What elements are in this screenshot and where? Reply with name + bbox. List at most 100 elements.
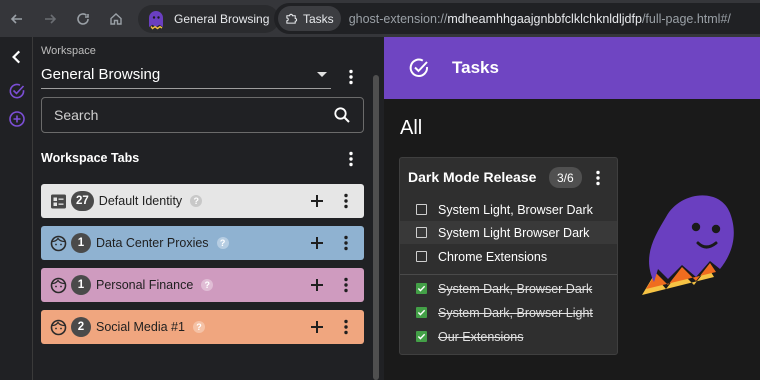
extension-workspace-name: General Browsing [174, 11, 270, 26]
workspace-tab-row[interactable]: 1 Personal Finance ? [41, 268, 364, 302]
task-item[interactable]: System Dark, Browser Light [400, 301, 617, 324]
reload-icon [76, 12, 89, 25]
workspace-menu-button[interactable] [341, 66, 361, 88]
help-icon[interactable]: ? [190, 195, 203, 207]
forward-button[interactable] [33, 0, 66, 37]
add-tab-button[interactable] [306, 232, 328, 254]
task-item[interactable]: Chrome Extensions [400, 245, 617, 268]
tab-menu-button[interactable] [338, 274, 354, 296]
task-checkbox[interactable] [416, 283, 427, 294]
face-icon [49, 276, 67, 294]
page-title: Tasks [452, 58, 499, 77]
workspace-tabs-menu-button[interactable] [341, 148, 361, 170]
more-vert-icon [344, 277, 348, 293]
url-host: mdheamhhgaajgnbbfclklchknldljdfp [447, 11, 642, 26]
task-label: System Light Browser Dark [438, 225, 590, 240]
task-label: System Dark, Browser Dark [438, 281, 593, 296]
url-text: ghost-extension://mdheamhhgaajgnbbfclklc… [349, 12, 731, 26]
collapse-sidebar-button[interactable] [0, 37, 33, 77]
task-checkbox[interactable] [416, 307, 427, 318]
tab-count-badge: 27 [71, 191, 94, 211]
search-placeholder: Search [54, 107, 99, 123]
address-bar[interactable]: Tasks ghost-extension://mdheamhhgaajgnbb… [274, 3, 760, 34]
task-checkbox[interactable] [416, 227, 427, 238]
filter-label: All [400, 117, 423, 139]
task-list-menu-button[interactable] [592, 167, 604, 189]
tasks-panel: Tasks All Dark Mode Release 3/6 System L… [384, 37, 760, 380]
ghost-logo-icon [149, 10, 163, 29]
task-checkbox[interactable] [416, 331, 427, 342]
page-chip-label: Tasks [303, 11, 334, 26]
help-icon[interactable]: ? [216, 237, 229, 249]
plus-icon [311, 321, 323, 333]
task-item[interactable]: System Light Browser Dark [400, 221, 617, 244]
home-icon [109, 12, 122, 25]
tab-label: Default Identity [98, 194, 183, 208]
workspace-label: Workspace [41, 45, 96, 57]
add-tab-button[interactable] [306, 274, 328, 296]
arrow-right-icon [44, 13, 56, 24]
help-icon[interactable]: ? [201, 279, 214, 291]
arrow-left-icon [10, 13, 22, 24]
check-circle-icon [409, 58, 429, 77]
task-list-card: Dark Mode Release 3/6 System Light, Brow… [399, 157, 618, 355]
home-button[interactable] [99, 0, 132, 37]
more-vert-icon [344, 235, 348, 251]
workspace-select-value: General Browsing [41, 66, 161, 83]
puzzle-icon [286, 13, 298, 24]
tab-menu-button[interactable] [338, 190, 354, 212]
caret-down-icon [317, 72, 327, 77]
tab-count-badge: 2 [71, 317, 91, 337]
task-item[interactable]: Our Extensions [400, 325, 617, 348]
divider [400, 274, 617, 275]
workspace-tab-row[interactable]: 1 Data Center Proxies ? [41, 226, 364, 260]
reload-button[interactable] [66, 0, 99, 37]
tab-count-badge: 1 [71, 233, 91, 253]
add-tab-button[interactable] [306, 316, 328, 338]
add-tab-button[interactable] [306, 190, 328, 212]
task-progress-badge: 3/6 [549, 167, 582, 188]
add-rail-button[interactable] [0, 105, 33, 133]
workspace-sidebar: Workspace General Browsing Search Worksp… [33, 37, 384, 380]
more-vert-icon [596, 170, 600, 186]
tab-menu-button[interactable] [338, 232, 354, 254]
task-checkbox[interactable] [416, 251, 427, 262]
url-scheme: ghost-extension:// [348, 11, 448, 26]
check-icon [417, 309, 426, 316]
task-label: System Light, Browser Dark [438, 202, 593, 217]
tab-menu-button[interactable] [338, 316, 354, 338]
workspace-tab-row[interactable]: 2 Social Media #1 ? [41, 310, 364, 344]
section-title: Workspace Tabs [41, 151, 140, 165]
task-item[interactable]: System Light, Browser Dark [400, 198, 617, 221]
more-vert-icon [344, 193, 348, 209]
tab-label: Personal Finance [96, 278, 194, 292]
task-item[interactable]: System Dark, Browser Dark [400, 277, 617, 300]
task-label: System Dark, Browser Light [438, 305, 593, 320]
search-icon [334, 107, 350, 123]
more-vert-icon [344, 319, 348, 335]
workspace-tab-row[interactable]: 27 Default Identity ? [41, 184, 364, 218]
face-icon [49, 234, 67, 252]
browser-toolbar: General Browsing Tasks ghost-extension:/… [0, 0, 760, 37]
task-label: Our Extensions [438, 329, 524, 344]
tab-label: Social Media #1 [96, 320, 185, 334]
url-path: /full-page.html#/ [641, 11, 731, 26]
task-list-title: Dark Mode Release [408, 169, 537, 185]
plus-icon [311, 279, 323, 291]
back-button[interactable] [0, 0, 33, 37]
extension-workspace-chip[interactable]: General Browsing [138, 4, 280, 33]
task-label: Chrome Extensions [438, 249, 548, 264]
workspace-select[interactable]: General Browsing [41, 61, 331, 89]
plus-icon [311, 237, 323, 249]
tab-label: Data Center Proxies [96, 236, 209, 250]
task-checkbox[interactable] [416, 204, 427, 215]
help-icon[interactable]: ? [192, 321, 205, 333]
tasks-rail-button[interactable] [0, 77, 33, 105]
sidebar-scrollbar[interactable] [373, 75, 379, 380]
tasks-header: Tasks [384, 37, 760, 99]
icon-rail [0, 37, 33, 380]
check-circle-icon [9, 83, 24, 99]
search-input[interactable]: Search [41, 97, 364, 133]
face-icon [49, 318, 67, 336]
chevron-left-icon [11, 50, 20, 64]
